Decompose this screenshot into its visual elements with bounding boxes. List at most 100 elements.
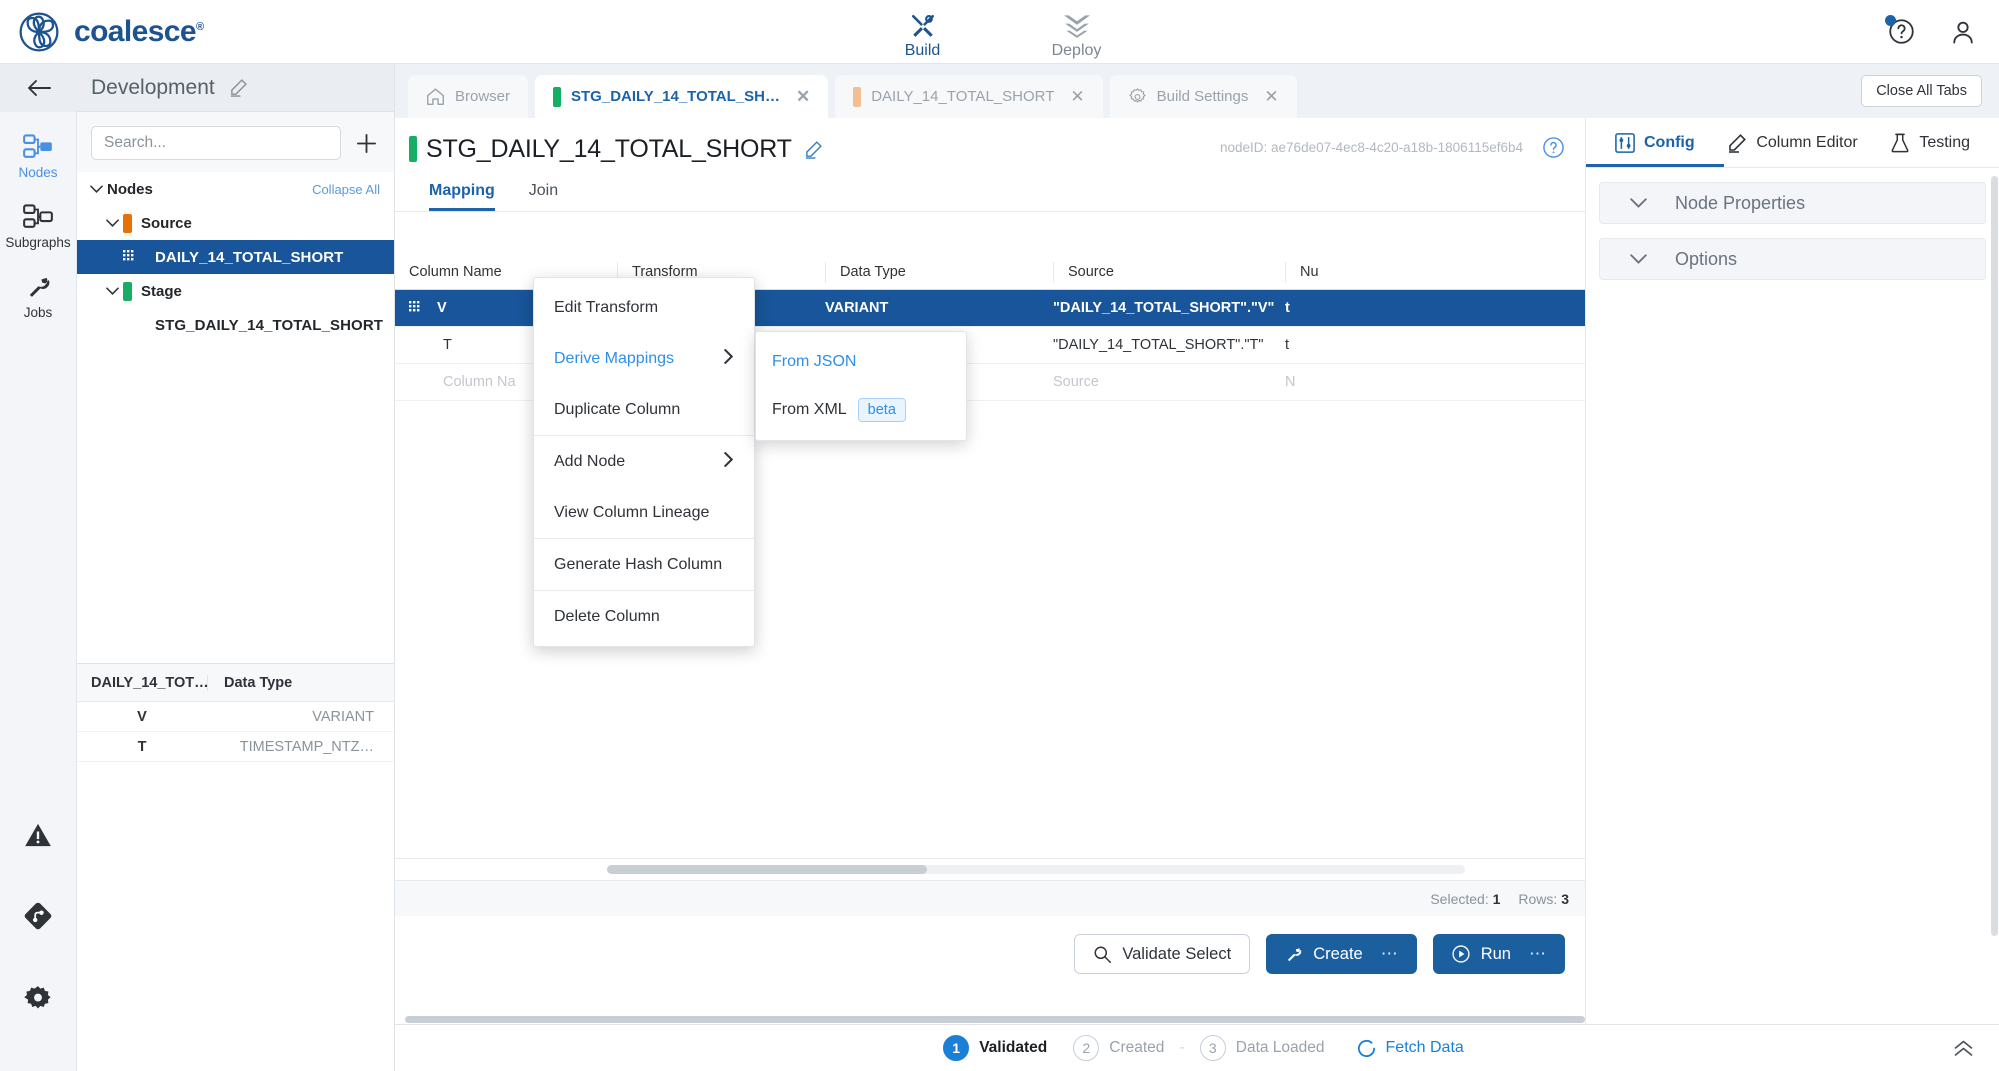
page-title: STG_DAILY_14_TOTAL_SHORT xyxy=(426,135,792,164)
tree-table-cell-type: VARIANT xyxy=(207,709,394,725)
home-icon xyxy=(426,87,445,106)
menu-item-label: Add Node xyxy=(554,453,625,471)
tab-column-editor[interactable]: Column Editor xyxy=(1724,118,1862,167)
grid-horizontal-scrollbar[interactable] xyxy=(395,858,1585,880)
grid-cell-source[interactable]: "DAILY_14_TOTAL_SHORT"."V" xyxy=(1053,290,1285,326)
grid-col-nullable[interactable]: Nu xyxy=(1285,262,1405,283)
tree-item-stg-daily-14-total-short[interactable]: STG_DAILY_14_TOTAL_SHORT xyxy=(77,308,394,342)
rail-label-nodes: Nodes xyxy=(18,165,57,180)
topnav-build[interactable]: Build xyxy=(883,13,963,60)
subtab-join[interactable]: Join xyxy=(529,182,558,211)
menu-item-add-node[interactable]: Add Node xyxy=(534,436,754,487)
menu-item-derive-mappings[interactable]: Derive Mappings xyxy=(534,333,754,384)
tree-group-source[interactable]: Source xyxy=(77,206,394,240)
step-number: 1 xyxy=(943,1035,969,1061)
menu-item-generate-hash-column[interactable]: Generate Hash Column xyxy=(534,539,754,590)
validate-select-button[interactable]: Validate Select xyxy=(1074,934,1250,974)
tab-browser[interactable]: Browser xyxy=(408,75,528,118)
menu-item-delete-column[interactable]: Delete Column xyxy=(534,591,754,642)
menu-item-edit-transform[interactable]: Edit Transform xyxy=(534,282,754,333)
back-button[interactable] xyxy=(0,64,77,112)
accordion-node-properties-label: Node Properties xyxy=(1675,193,1805,214)
play-circle-icon xyxy=(1451,944,1471,964)
fetch-data-label: Fetch Data xyxy=(1386,1039,1464,1057)
tab-build-settings[interactable]: Build Settings ✕ xyxy=(1110,75,1297,118)
tab-daily-14-total-short[interactable]: DAILY_14_TOTAL_SHORT ✕ xyxy=(835,75,1102,118)
tree-root-nodes[interactable]: Nodes Collapse All xyxy=(77,172,394,206)
tab-testing[interactable]: Testing xyxy=(1861,118,1999,167)
grid-cell-nullable[interactable]: N xyxy=(1285,364,1405,400)
tab-close-icon[interactable]: ✕ xyxy=(1264,87,1278,107)
stage-color-badge xyxy=(123,282,132,301)
grid-col-source[interactable]: Source xyxy=(1053,262,1285,283)
status-step-created[interactable]: 2 Created xyxy=(1073,1035,1164,1061)
grid-cell-nullable[interactable]: t xyxy=(1285,327,1405,363)
menu-item-label: Derive Mappings xyxy=(554,350,674,368)
node-help-button[interactable] xyxy=(1542,136,1565,164)
tab-stg-daily-14-total-short[interactable]: STG_DAILY_14_TOTAL_SH… ✕ xyxy=(535,75,828,118)
git-button[interactable] xyxy=(0,875,76,957)
settings-button[interactable] xyxy=(0,957,76,1039)
tree-item-daily-14-total-short[interactable]: DAILY_14_TOTAL_SHORT xyxy=(77,240,394,274)
accordion-node-properties[interactable]: Node Properties xyxy=(1599,182,1986,224)
run-more-options[interactable]: ⋯ xyxy=(1529,944,1547,964)
status-step-data-loaded[interactable]: 3 Data Loaded xyxy=(1200,1035,1325,1061)
tab-browser-label: Browser xyxy=(455,88,510,105)
brand-logo[interactable]: coalesce® xyxy=(0,11,203,53)
rail-item-nodes[interactable]: Nodes xyxy=(0,120,76,190)
tab-label: STG_DAILY_14_TOTAL_SH… xyxy=(571,88,780,105)
grid-grip-icon xyxy=(409,301,423,315)
topnav-deploy[interactable]: Deploy xyxy=(1037,13,1117,60)
rail-item-jobs[interactable]: Jobs xyxy=(0,260,76,330)
menu-item-view-column-lineage[interactable]: View Column Lineage xyxy=(534,487,754,538)
grid-cell-data-type[interactable]: VARIANT xyxy=(825,290,1053,326)
tree-table-row[interactable]: T TIMESTAMP_NTZ… xyxy=(77,732,394,762)
status-step-validated[interactable]: 1 Validated xyxy=(943,1035,1047,1061)
source-color-badge xyxy=(123,214,132,233)
tree-group-source-label: Source xyxy=(141,215,192,232)
collapse-status-button[interactable] xyxy=(1952,1039,1975,1057)
tab-label: DAILY_14_TOTAL_SHORT xyxy=(871,88,1054,105)
tab-close-icon[interactable]: ✕ xyxy=(796,87,810,107)
grid-col-data-type[interactable]: Data Type xyxy=(825,262,1053,283)
editor-bottom-scrollbar[interactable] xyxy=(405,1016,1585,1023)
fetch-data-button[interactable]: Fetch Data xyxy=(1356,1038,1464,1059)
help-circle-icon xyxy=(1542,136,1565,159)
collapse-all-link[interactable]: Collapse All xyxy=(312,182,380,197)
config-vertical-scrollbar[interactable] xyxy=(1991,176,1998,936)
submenu-item-from-xml[interactable]: From XML beta xyxy=(756,386,966,434)
config-tab-bar: Config Column Editor Testing xyxy=(1586,118,1999,168)
chevron-right-icon xyxy=(723,452,734,471)
accordion-options[interactable]: Options xyxy=(1599,238,1986,280)
tree-group-stage[interactable]: Stage xyxy=(77,274,394,308)
add-node-button[interactable] xyxy=(355,132,378,155)
submenu-item-from-json[interactable]: From JSON xyxy=(756,338,966,386)
subtab-mapping[interactable]: Mapping xyxy=(429,182,495,211)
tab-close-icon[interactable]: ✕ xyxy=(1070,87,1084,107)
close-all-tabs-button[interactable]: Close All Tabs xyxy=(1861,75,1982,107)
search-input[interactable] xyxy=(91,126,341,160)
pencil-icon[interactable] xyxy=(229,78,248,97)
rows-count: Rows: 3 xyxy=(1518,891,1569,907)
create-button[interactable]: Create ⋯ xyxy=(1266,934,1417,974)
selected-count: Selected: 1 xyxy=(1430,891,1500,907)
tree-table-row[interactable]: V VARIANT xyxy=(77,702,394,732)
scroll-thumb[interactable] xyxy=(607,865,927,874)
menu-item-label: View Column Lineage xyxy=(554,504,709,522)
menu-item-duplicate-column[interactable]: Duplicate Column xyxy=(534,384,754,435)
create-more-options[interactable]: ⋯ xyxy=(1381,944,1399,964)
run-button[interactable]: Run ⋯ xyxy=(1433,934,1565,974)
account-button[interactable] xyxy=(1949,18,1977,46)
warnings-button[interactable] xyxy=(0,795,76,875)
edit-node-name-button[interactable] xyxy=(804,140,823,159)
validate-select-label: Validate Select xyxy=(1122,945,1231,964)
wrench-icon xyxy=(1284,945,1303,964)
tab-config[interactable]: Config xyxy=(1586,118,1724,167)
help-button[interactable] xyxy=(1888,18,1915,45)
grid-cell-source[interactable]: "DAILY_14_TOTAL_SHORT"."T" xyxy=(1053,327,1285,363)
grid-cell-nullable[interactable]: t xyxy=(1285,290,1405,326)
brand-name: coalesce® xyxy=(74,15,203,49)
grid-cell-source[interactable]: Source xyxy=(1053,364,1285,400)
warning-triangle-icon xyxy=(24,822,52,848)
rail-item-subgraphs[interactable]: Subgraphs xyxy=(0,190,76,260)
